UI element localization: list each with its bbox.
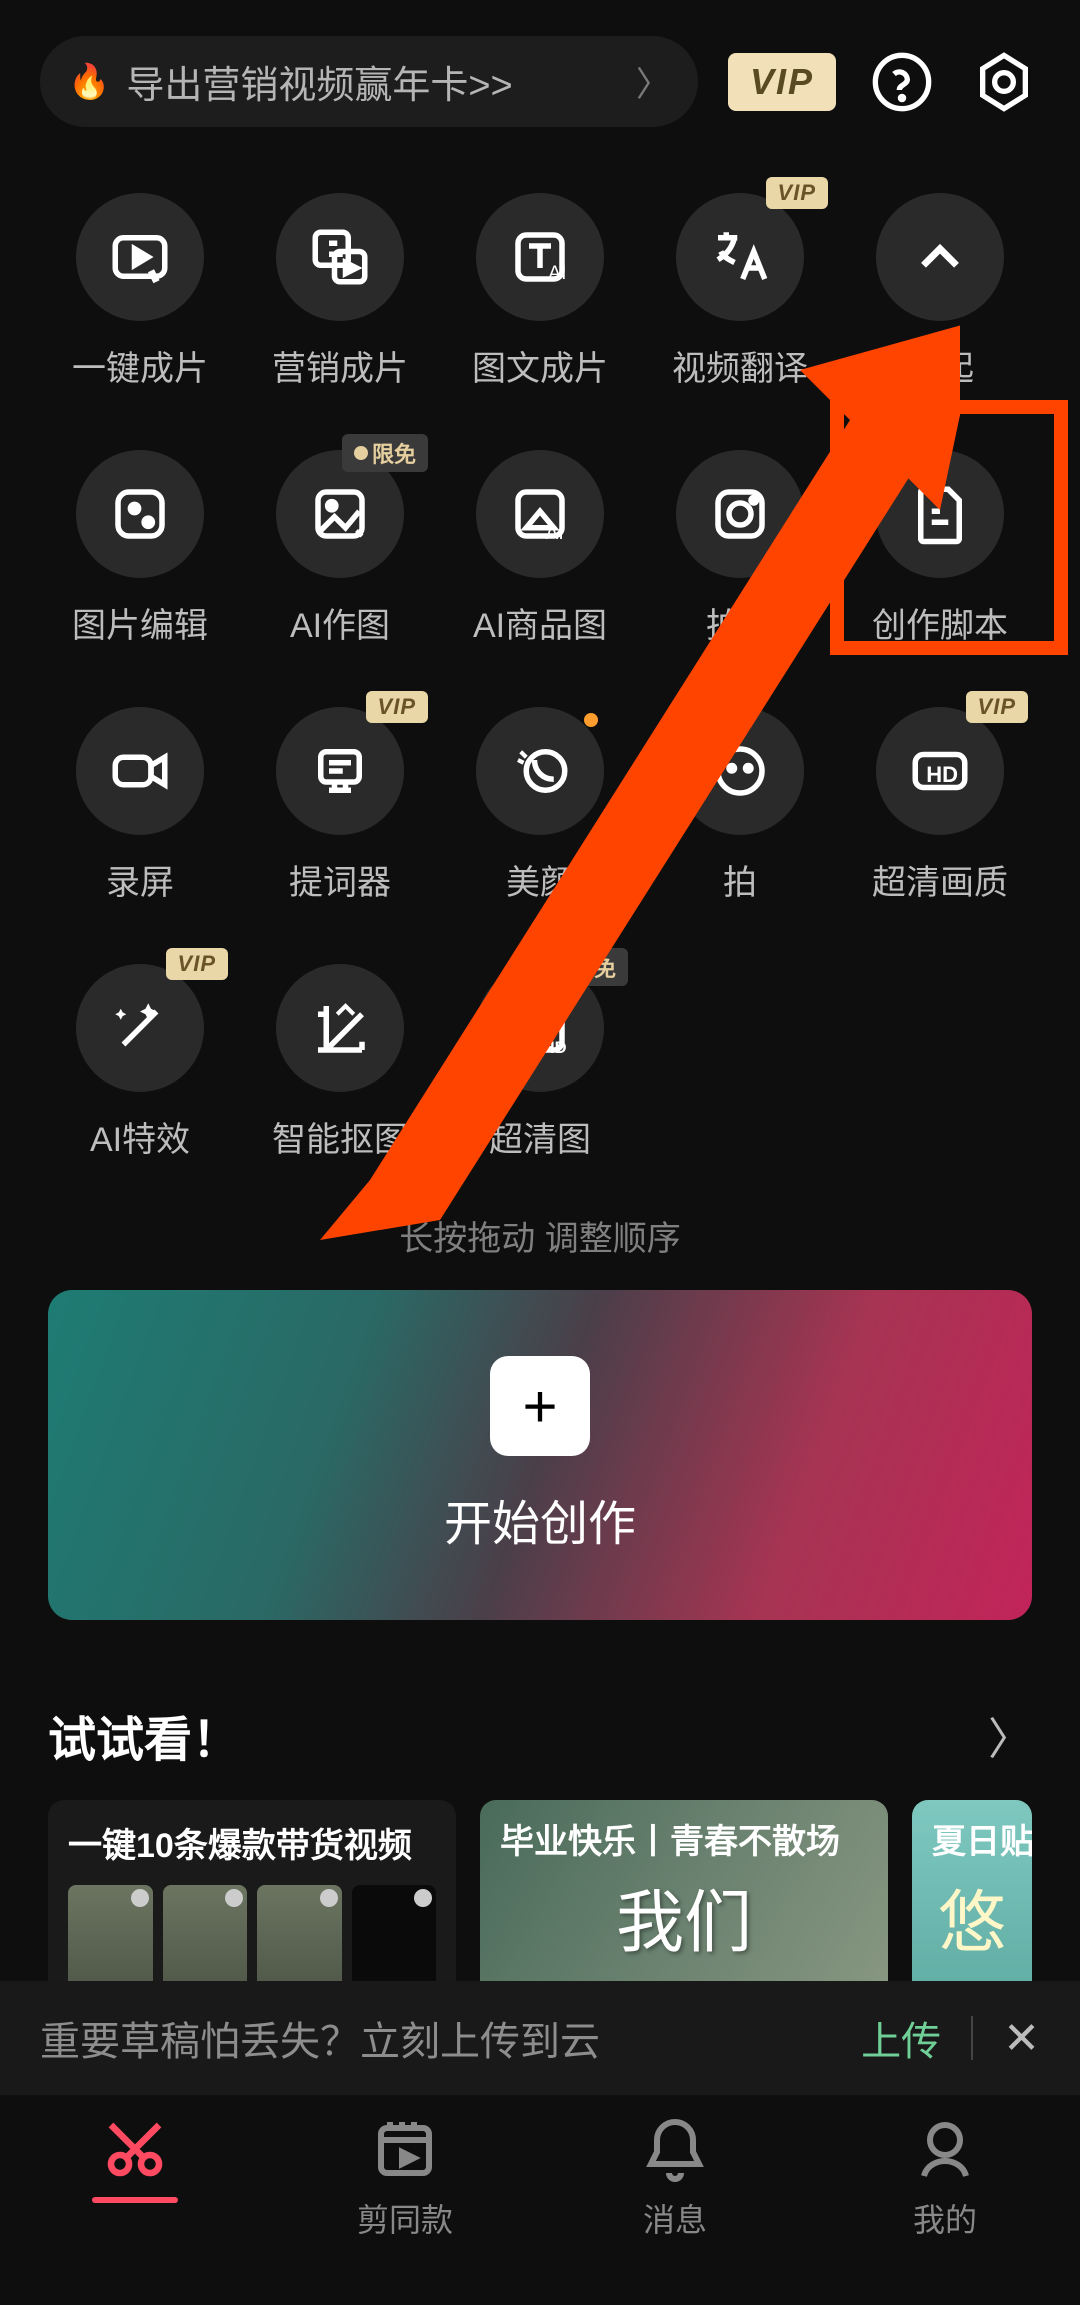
start-create-label: 开始创作 xyxy=(444,1484,636,1554)
upload-bar: 重要草稿怕丢失？立刻上传到云 上传 ✕ xyxy=(0,1981,1080,2095)
tool-aidraw[interactable]: 限免 AI作图 xyxy=(240,440,440,657)
drag-hint: 长按拖动 调整顺序 xyxy=(0,1211,1080,1260)
svg-text:HD: HD xyxy=(926,762,958,787)
start-create-banner[interactable]: + 开始创作 xyxy=(48,1290,1032,1620)
tool-camera[interactable]: 拍摄 xyxy=(640,440,840,657)
tool-script[interactable]: 创作脚本 xyxy=(840,440,1040,657)
promo-banner[interactable]: 🔥 导出营销视频赢年卡>> 〉 xyxy=(40,36,698,127)
tool-record[interactable]: 录屏 xyxy=(40,697,240,914)
upload-link[interactable]: 上传 xyxy=(861,2009,941,2067)
vip-badge: VIP xyxy=(166,948,228,980)
nav-template[interactable]: 剪同款 xyxy=(270,2113,540,2305)
vip-badge: VIP xyxy=(366,691,428,723)
try-title: 试试看！ xyxy=(48,1700,240,1770)
nav-edit[interactable] xyxy=(0,2113,270,2305)
close-icon[interactable]: ✕ xyxy=(1003,2013,1040,2064)
tool-cutout[interactable]: 智能抠图 xyxy=(240,954,440,1171)
free-badge: 限免 xyxy=(542,948,628,986)
chevron-right-icon: 〉 xyxy=(988,1703,1032,1767)
tool-oneclick[interactable]: 一键成片 xyxy=(40,183,240,400)
plus-icon: + xyxy=(490,1356,590,1456)
tool-grid: 一键成片 营销成片 AI 图文成片 VIP 视频翻译 收起 图片编辑 限免 AI… xyxy=(0,163,1080,1171)
promo-text: 导出营销视频赢年卡>> xyxy=(126,54,620,109)
try-section-header[interactable]: 试试看！ 〉 xyxy=(0,1650,1080,1800)
vip-button[interactable]: VIP xyxy=(728,53,836,111)
tool-marketing[interactable]: 营销成片 xyxy=(240,183,440,400)
vip-badge: VIP xyxy=(766,177,828,209)
vip-badge: VIP xyxy=(966,691,1028,723)
svg-text:AI: AI xyxy=(548,263,566,284)
bottom-nav: 剪同款 消息 我的 xyxy=(0,2095,1080,2305)
tool-aiproduct[interactable]: AI AI商品图 xyxy=(440,440,640,657)
help-icon[interactable] xyxy=(866,46,938,118)
chevron-right-icon: 〉 xyxy=(636,57,670,106)
free-badge: 限免 xyxy=(342,434,428,472)
nav-profile[interactable]: 我的 xyxy=(810,2113,1080,2305)
upload-text: 重要草稿怕丢失？立刻上传到云 xyxy=(40,2009,861,2067)
tool-shoot[interactable]: 拍 xyxy=(640,697,840,914)
tool-hdimg[interactable]: 限免 HD 超清图 xyxy=(440,954,640,1171)
svg-text:AI: AI xyxy=(546,523,564,544)
tool-imgedit[interactable]: 图片编辑 xyxy=(40,440,240,657)
tool-translate[interactable]: VIP 视频翻译 xyxy=(640,183,840,400)
tool-prompter[interactable]: VIP 提词器 xyxy=(240,697,440,914)
dot-badge xyxy=(584,713,598,727)
tool-hd[interactable]: VIP HD 超清画质 xyxy=(840,697,1040,914)
tool-beauty[interactable]: 美颜 xyxy=(440,697,640,914)
fire-icon: 🔥 xyxy=(68,62,110,102)
svg-text:HD: HD xyxy=(543,1039,567,1057)
nav-messages[interactable]: 消息 xyxy=(540,2113,810,2305)
tool-aieffect[interactable]: VIP AI特效 xyxy=(40,954,240,1171)
tool-collapse[interactable]: 收起 xyxy=(840,183,1040,400)
settings-icon[interactable] xyxy=(968,46,1040,118)
tool-textimg[interactable]: AI 图文成片 xyxy=(440,183,640,400)
